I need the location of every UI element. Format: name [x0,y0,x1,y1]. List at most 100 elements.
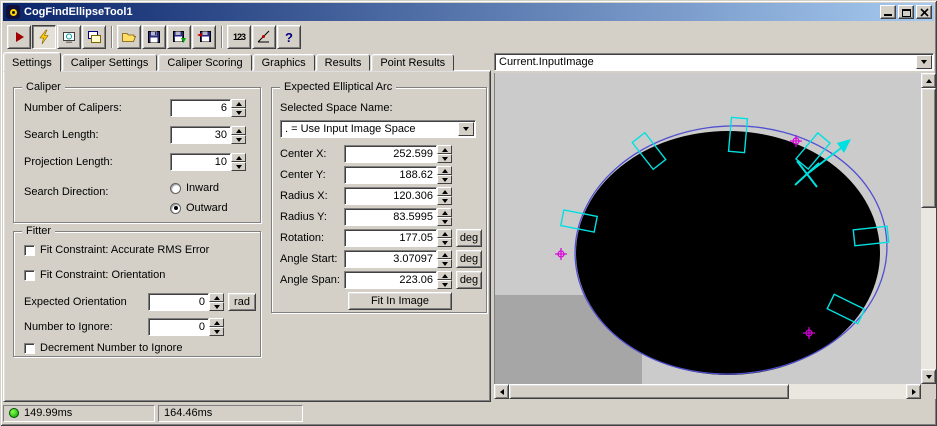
rms-constraint-label: Fit Constraint: Accurate RMS Error [40,244,210,256]
image-selector-combobox[interactable]: Current.InputImage [494,53,934,71]
spin-down-button[interactable] [437,196,452,205]
scroll-right-button[interactable] [906,384,921,399]
spin-down-button[interactable] [437,175,452,184]
close-button[interactable] [916,5,932,19]
search-direction-outward-option[interactable]: Outward [170,202,228,214]
spin-up-button[interactable] [437,166,452,175]
search-direction-label: Search Direction: [24,186,109,198]
run-button[interactable] [7,25,31,49]
floppy-plus-icon [173,31,186,43]
angle-span-input[interactable] [344,271,437,289]
number-of-calipers-input[interactable] [170,99,231,117]
tab-caliper-settings[interactable]: Caliper Settings [61,54,158,71]
projection-length-input[interactable] [170,153,231,171]
spin-up-button[interactable] [209,293,224,302]
rad-unit-button[interactable]: rad [228,293,256,311]
scroll-down-button[interactable] [921,369,936,384]
expected-orientation-input[interactable] [148,293,209,311]
spinner-buttons [437,166,452,184]
spin-down-button[interactable] [231,162,246,171]
dropdown-button[interactable] [916,55,932,69]
spin-down-button[interactable] [437,238,452,247]
spin-down-button[interactable] [437,259,452,268]
tab-settings[interactable]: Settings [3,52,61,72]
spin-up-button[interactable] [231,153,246,162]
number-to-ignore-input[interactable] [148,318,209,336]
horizontal-scroll-thumb[interactable] [509,384,789,399]
horizontal-scrollbar[interactable] [494,384,921,399]
space-name-combobox[interactable]: . = Use Input Image Space [280,120,476,138]
spinner-buttons [231,153,246,171]
rms-constraint-checkbox[interactable] [24,244,35,256]
spin-down-button[interactable] [437,154,452,163]
spin-down-button[interactable] [209,327,224,336]
arrow-right-icon [911,388,916,395]
radius-x-input[interactable] [344,187,437,205]
vertical-scroll-thumb[interactable] [921,88,936,208]
electric-run-toggle[interactable] [32,25,56,49]
radius-y-input[interactable] [344,208,437,226]
save-image-button[interactable] [167,25,191,49]
inward-radio[interactable] [170,182,181,194]
center-x-input[interactable] [344,145,437,163]
record-display-button[interactable] [82,25,106,49]
import-button[interactable] [192,25,216,49]
tab-graphics[interactable]: Graphics [252,54,315,71]
fit-in-image-button[interactable]: Fit In Image [348,292,452,310]
tab-results[interactable]: Results [315,54,371,71]
spinner-buttons [437,250,452,268]
angle-span-deg-button[interactable]: deg [456,271,482,289]
angle-tool-button[interactable] [252,25,276,49]
image-display[interactable] [494,73,922,384]
spin-up-button[interactable] [437,250,452,259]
tab-point-results[interactable]: Point Results [371,54,455,71]
deg-unit-label: deg [459,253,479,265]
angle-start-deg-button[interactable]: deg [456,250,482,268]
tab-caliper-scoring[interactable]: Caliper Scoring [158,54,252,71]
scroll-up-button[interactable] [921,73,936,88]
spin-up-button[interactable] [437,145,452,154]
spin-down-button[interactable] [209,302,224,311]
spin-down-button[interactable] [437,217,452,226]
spinner-buttons [437,187,452,205]
scroll-left-button[interactable] [494,384,509,399]
selected-space-name-label: Selected Space Name: [280,102,393,114]
spin-up-button[interactable] [209,318,224,327]
spin-down-button[interactable] [231,135,246,144]
center-y-input[interactable] [344,166,437,184]
dropdown-button[interactable] [458,122,474,136]
rotation-deg-button[interactable]: deg [456,229,482,247]
orientation-constraint-option[interactable]: Fit Constraint: Orientation [24,269,165,281]
image-display-button[interactable] [57,25,81,49]
open-button[interactable] [117,25,141,49]
spin-up-button[interactable] [437,208,452,217]
minimize-icon [884,14,892,16]
spin-up-button[interactable] [231,99,246,108]
spin-up-button[interactable] [437,187,452,196]
deg-unit-label: deg [459,232,479,244]
rms-constraint-option[interactable]: Fit Constraint: Accurate RMS Error [24,244,209,256]
angle-start-input[interactable] [344,250,437,268]
vertical-scrollbar[interactable] [921,73,936,384]
decrement-ignore-option[interactable]: Decrement Number to Ignore [24,342,182,354]
help-button[interactable]: ? [277,25,301,49]
spin-up-button[interactable] [437,271,452,280]
decrement-ignore-checkbox[interactable] [24,342,35,354]
close-icon [919,8,929,17]
maximize-button[interactable] [898,5,914,19]
spin-down-button[interactable] [437,280,452,289]
minimize-button[interactable] [880,5,896,19]
spin-down-button[interactable] [231,108,246,117]
search-direction-inward-option[interactable]: Inward [170,182,219,194]
search-length-input[interactable] [170,126,231,144]
spin-up-button[interactable] [437,229,452,238]
decrement-ignore-label: Decrement Number to Ignore [40,342,183,354]
numeric-format-button[interactable]: 123 [227,25,251,49]
rotation-input[interactable] [344,229,437,247]
spin-up-button[interactable] [231,126,246,135]
orientation-constraint-checkbox[interactable] [24,269,35,281]
outward-radio[interactable] [170,202,181,214]
save-button[interactable] [142,25,166,49]
radius-y-spinner [344,208,452,226]
window-title: CogFindEllipseTool1 [24,6,133,18]
